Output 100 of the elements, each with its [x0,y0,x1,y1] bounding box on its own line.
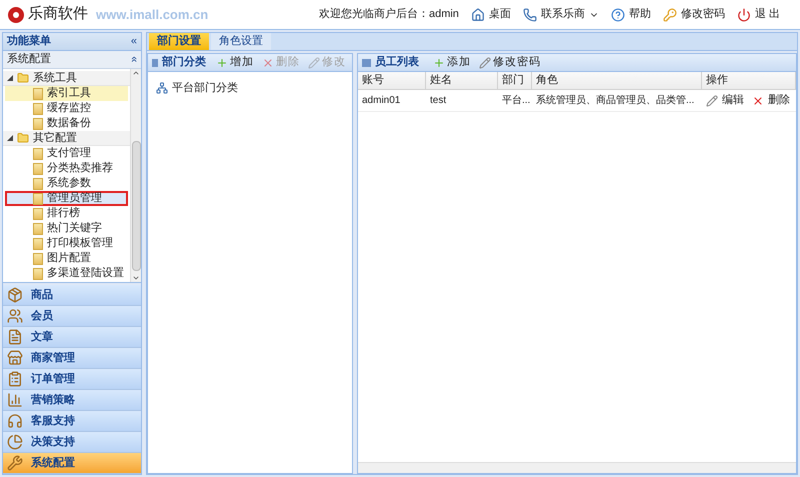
page-icon [33,268,43,280]
header-link[interactable]: 桌面 [470,6,511,23]
edit-icon [706,94,718,106]
table-cell-text: 平台... [501,94,532,108]
page-icon [33,252,43,264]
column-header: 角色 [532,72,702,89]
site-url: www.imall.com.cn [96,6,208,24]
sidebar-title: 功能菜单 [7,34,51,50]
page-icon [33,88,43,100]
tree-item-label: 分类热卖推荐 [47,160,113,176]
plus-icon [433,56,445,68]
tree-group[interactable]: 系统工具 [3,71,130,86]
headset-icon [7,413,23,429]
panel-icon [152,58,158,66]
edit-icon [479,56,491,68]
help-icon [610,8,625,22]
module-button[interactable]: 客服支持 [3,411,141,432]
tab[interactable]: 角色设置 [211,33,271,50]
tree-item-label: 管理员管理 [47,191,102,206]
edit-icon [308,56,320,68]
pie-chart-icon [7,434,23,450]
scrollbar-thumb[interactable] [132,140,140,270]
close-icon [262,56,274,68]
home-icon [470,8,485,22]
header-link[interactable]: 修改密码 [662,6,725,23]
panel-title: 员工列表 [375,54,419,70]
tree-group-label: 其它配置 [33,130,77,146]
page-icon [33,162,43,174]
table-cell-text: test [429,94,448,108]
module-button[interactable]: 决策支持 [3,432,141,453]
tree-item-label: 索引工具 [47,86,91,102]
row-action-link[interactable]: 编辑 [706,92,744,109]
chart-icon [7,392,23,408]
tree-item-label: 支付管理 [47,146,91,162]
toolbar-button[interactable]: 添加 [431,54,473,71]
page-icon [33,102,43,114]
tree-item-label: 多渠道登陆设置 [47,266,124,282]
logo-text: 乐商软件 [28,4,88,24]
panel-icon [362,58,371,66]
toolbar-button[interactable]: 增加 [214,54,256,71]
tree-item-label: 图片配置 [47,251,91,266]
tab[interactable]: 部门设置 [149,33,209,50]
scroll-down-icon[interactable] [132,274,140,282]
folder-icon [17,132,29,144]
table-cell-text: 系统管理员、商品管理员、品类管... [535,94,696,108]
plus-icon [216,56,228,68]
tree-item-label: 打印模板管理 [47,236,113,252]
page-icon [33,238,43,250]
page-icon [33,208,43,220]
page-icon [33,118,43,130]
page-icon [33,148,43,160]
column-header: 账号 [358,72,426,89]
module-button[interactable]: 会员 [3,306,141,327]
phone-icon [522,8,537,22]
section-collapse-button[interactable]: » [126,56,142,63]
tree-item-label: 缓存监控 [47,101,91,116]
key-icon [662,8,677,22]
page-icon [33,222,43,234]
page-icon [33,178,43,190]
header-link[interactable]: 联系乐商 [522,6,599,23]
tree-item-label: 排行榜 [47,206,80,222]
welcome-text: 欢迎您光临商户后台：admin [318,6,459,22]
module-button[interactable]: 营销策略 [3,390,141,411]
page-icon [33,192,43,204]
tree-group[interactable]: 其它配置 [3,131,130,146]
tools-icon [7,455,23,471]
column-header: 部门 [498,72,532,89]
tree-item[interactable]: 管理员管理 [5,191,128,206]
close-icon [752,94,764,106]
folder-icon [17,72,29,84]
expander-icon[interactable] [7,75,13,81]
table-cell-text: admin01 [361,94,402,108]
scroll-up-icon[interactable] [132,69,140,77]
row-action-link[interactable]: 删除 [752,92,790,109]
module-button[interactable]: 系统配置 [3,453,141,474]
header-link[interactable]: 帮助 [610,6,651,23]
logo-icon [8,6,24,22]
store-icon [7,350,23,366]
module-button[interactable]: 文章 [3,327,141,348]
boxes-icon [7,287,23,303]
tree-item[interactable]: 索引工具 [5,86,128,101]
module-button[interactable]: 订单管理 [3,369,141,390]
module-button[interactable]: 商家管理 [3,348,141,369]
expander-icon[interactable] [7,135,13,141]
department-node[interactable]: 平台部门分类 [156,80,344,96]
panel-title: 部门分类 [162,54,206,70]
clipboard-icon [7,371,23,387]
column-header: 姓名 [426,72,498,89]
toolbar-button[interactable]: 修改密码 [477,54,543,71]
tree-item-label: 数据备份 [47,116,91,132]
document-icon [7,329,23,345]
tree-group-label: 系统工具 [33,70,77,86]
power-icon [736,8,751,22]
column-header: 操作 [702,72,796,89]
module-button[interactable]: 商品 [3,285,141,306]
header-link[interactable]: 退 出 [736,6,780,23]
collapse-button[interactable]: « [130,33,137,50]
users-icon [7,308,23,324]
tree-item-label: 热门关键字 [47,220,102,236]
org-icon [156,82,168,94]
